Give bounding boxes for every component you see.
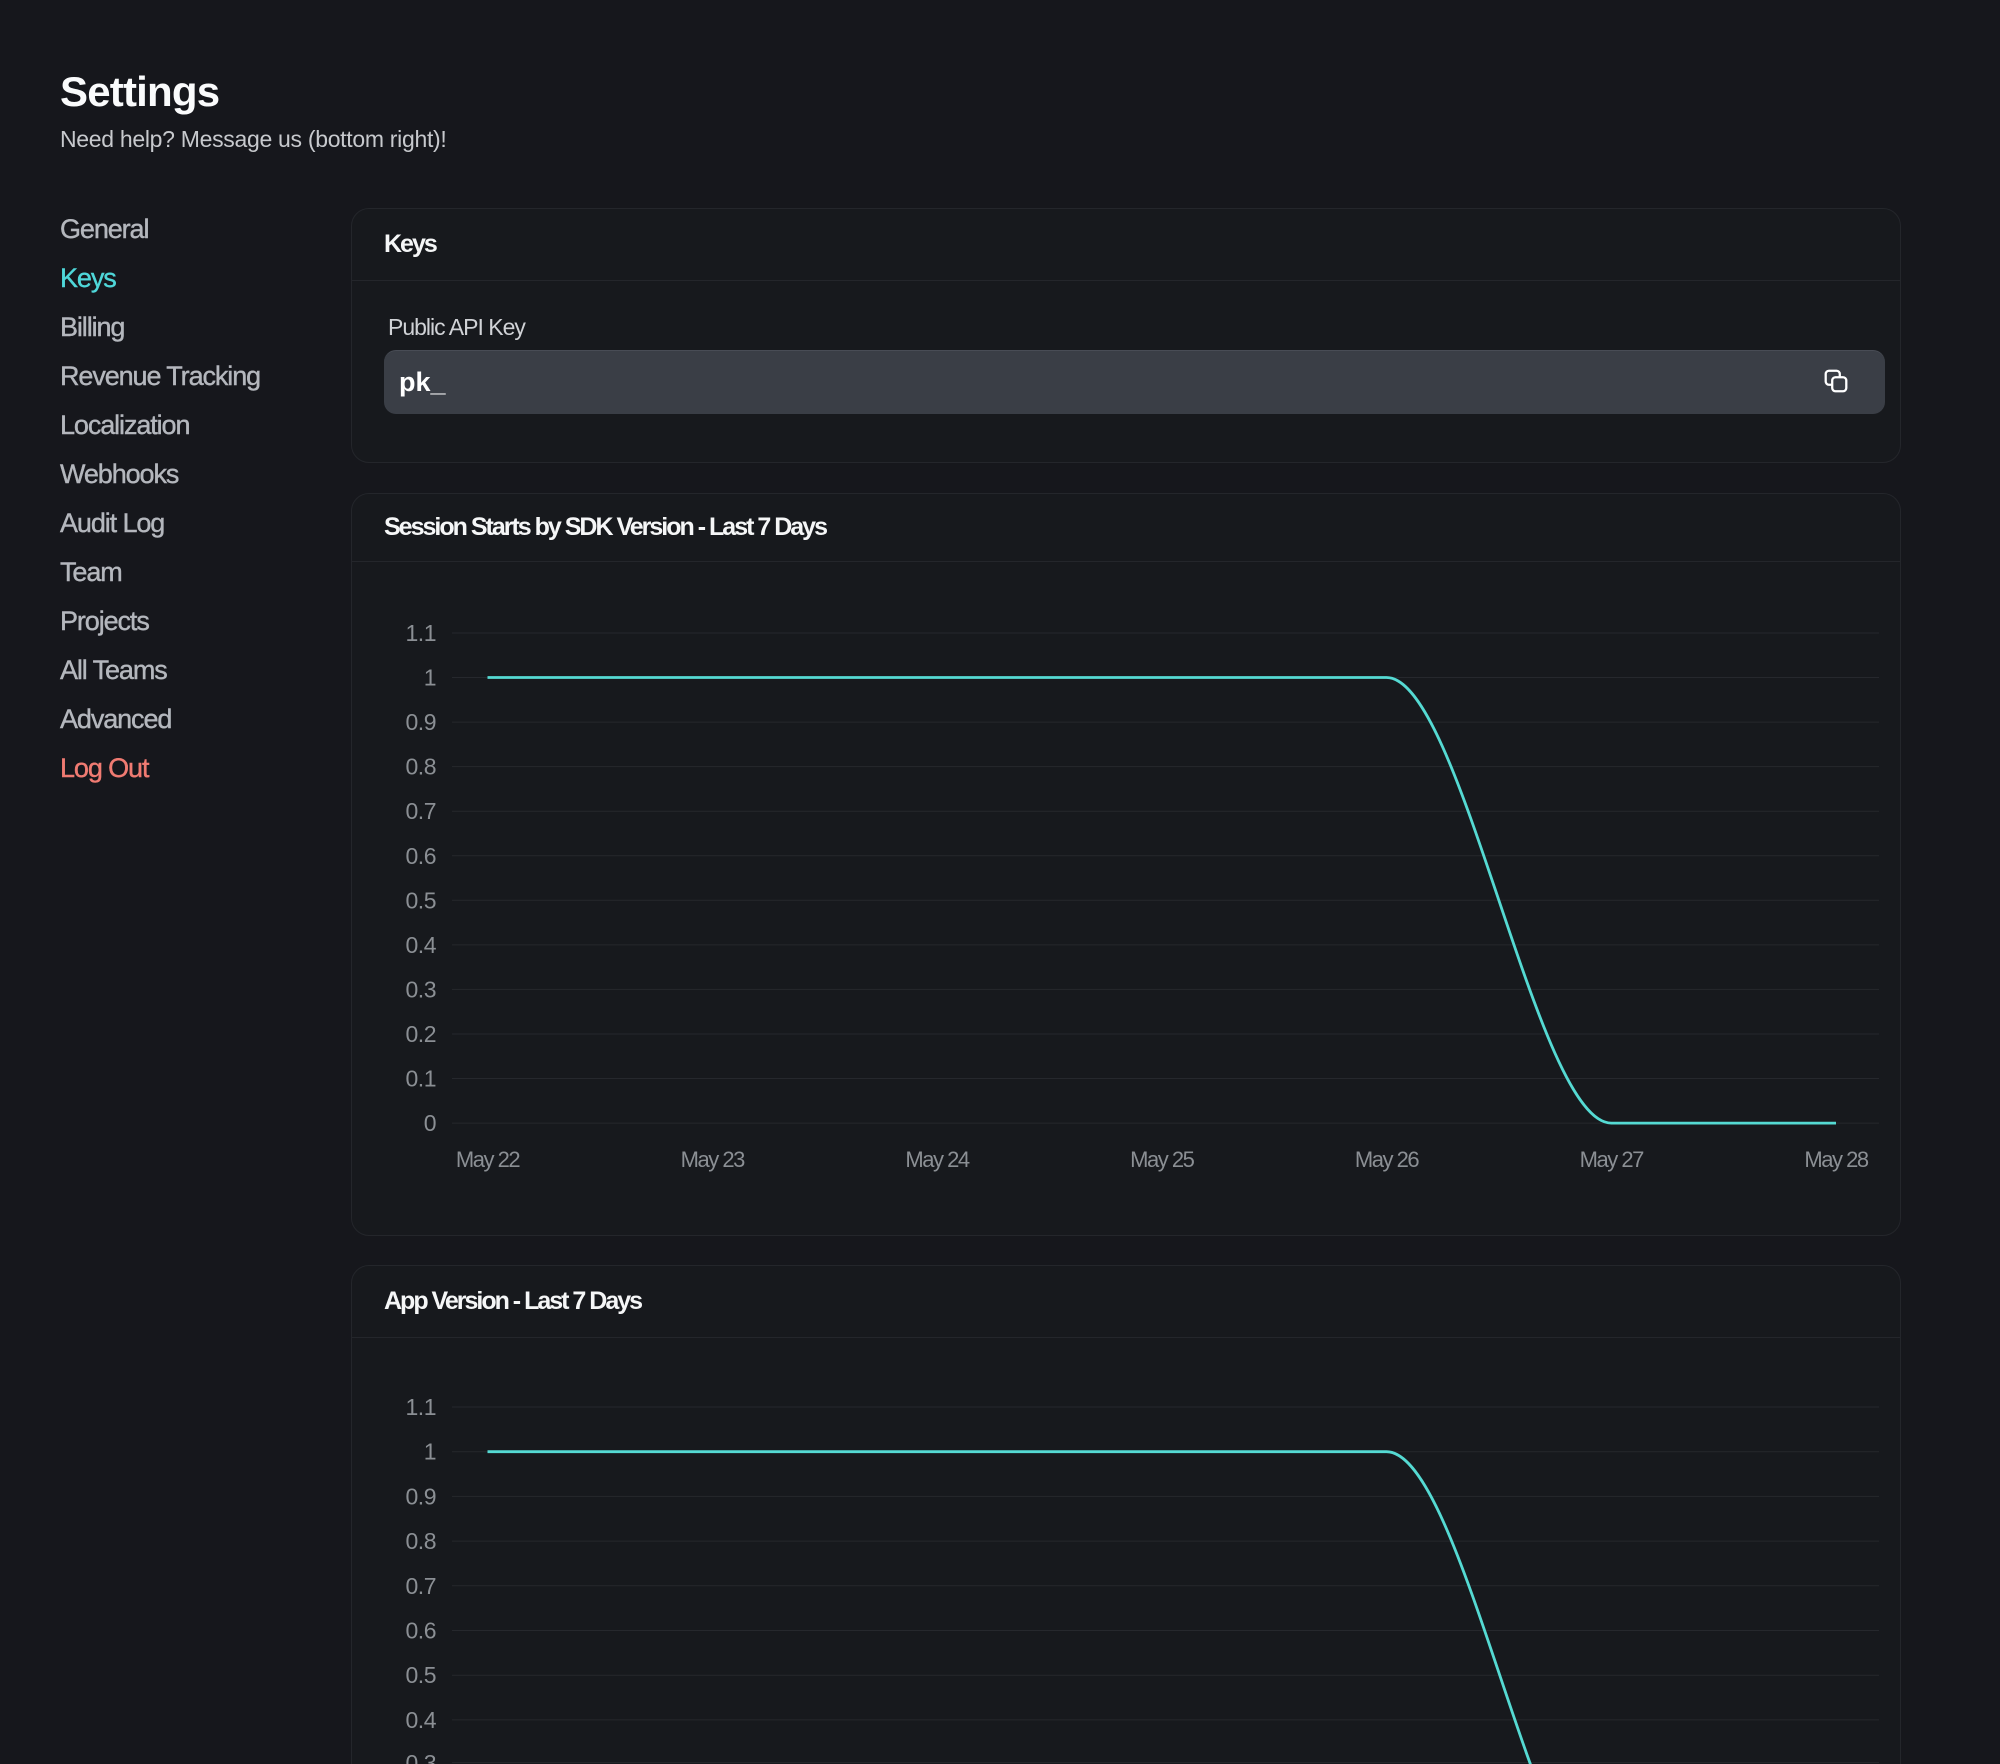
svg-text:May 24: May 24: [905, 1147, 969, 1172]
svg-text:0.9: 0.9: [406, 1483, 436, 1509]
svg-text:0.3: 0.3: [406, 1750, 436, 1764]
svg-text:0.6: 0.6: [406, 843, 436, 869]
svg-text:May 27: May 27: [1580, 1147, 1644, 1172]
svg-text:0.4: 0.4: [406, 932, 437, 958]
svg-text:May 28: May 28: [1804, 1147, 1868, 1172]
svg-text:0.7: 0.7: [406, 798, 436, 824]
svg-text:0.6: 0.6: [406, 1618, 436, 1644]
svg-text:May 23: May 23: [681, 1147, 745, 1172]
svg-text:1: 1: [424, 665, 436, 691]
svg-text:0.1: 0.1: [406, 1066, 436, 1092]
svg-text:May 26: May 26: [1355, 1147, 1419, 1172]
svg-text:0.9: 0.9: [406, 709, 436, 735]
svg-text:0.4: 0.4: [406, 1707, 437, 1733]
svg-text:0.7: 0.7: [406, 1573, 436, 1599]
svg-text:0.2: 0.2: [406, 1021, 436, 1047]
svg-text:1.1: 1.1: [406, 1394, 436, 1420]
svg-text:0.5: 0.5: [406, 887, 436, 913]
svg-text:1.1: 1.1: [406, 620, 436, 646]
svg-text:0.8: 0.8: [406, 754, 436, 780]
svg-text:May 25: May 25: [1130, 1147, 1194, 1172]
svg-text:0.3: 0.3: [406, 976, 436, 1002]
svg-text:May 22: May 22: [456, 1147, 520, 1172]
svg-text:0: 0: [424, 1110, 436, 1136]
svg-text:1: 1: [424, 1439, 436, 1465]
svg-text:0.8: 0.8: [406, 1528, 436, 1554]
svg-text:0.5: 0.5: [406, 1662, 436, 1688]
